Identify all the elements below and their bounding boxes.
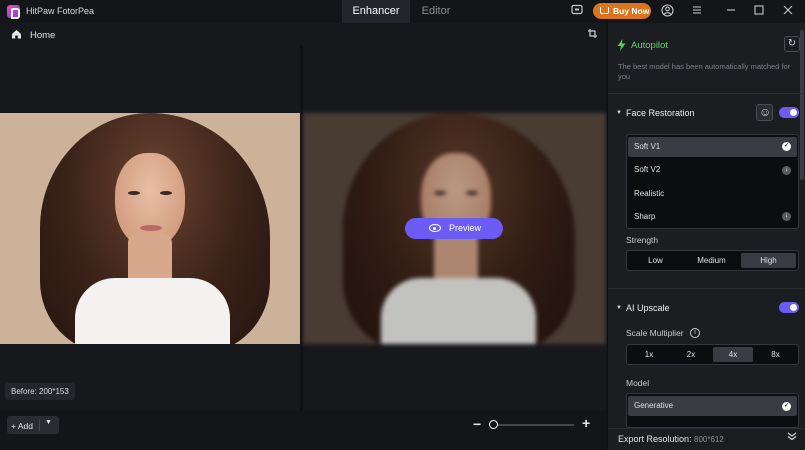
strength-low[interactable]: Low (629, 253, 682, 268)
add-divider (39, 419, 40, 431)
zoom-out-icon[interactable]: − (473, 416, 481, 432)
buy-now-label: Buy Now (613, 6, 650, 16)
zoom-in-icon[interactable]: + (582, 415, 590, 431)
scale-1x[interactable]: 1x (629, 347, 669, 362)
model-label: Model (626, 378, 650, 388)
autopilot-title: Autopilot (631, 40, 668, 51)
model-item-sharp[interactable]: Sharp (628, 207, 797, 227)
collapse-caret-icon[interactable]: ▼ (616, 305, 622, 311)
collapse-caret-icon[interactable]: ▼ (616, 110, 622, 116)
check-icon: ✓ (782, 142, 791, 151)
close-icon[interactable] (781, 4, 795, 18)
model-item-soft-v2[interactable]: Soft V2 (628, 160, 797, 180)
cart-icon (600, 7, 609, 14)
before-image (0, 113, 300, 344)
buy-now-button[interactable]: Buy Now (593, 3, 651, 19)
zoom-slider-handle[interactable] (489, 420, 498, 429)
export-resolution-value: 800*612 (694, 435, 724, 444)
scale-2x[interactable]: 2x (671, 347, 711, 362)
export-resolution-label: Export Resolution: (618, 434, 692, 444)
bottom-bar (0, 410, 606, 450)
model-item-generative[interactable]: Generative (628, 396, 797, 416)
info-icon[interactable]: i (690, 328, 700, 338)
ai-upscale-title: AI Upscale (626, 303, 670, 313)
scale-multiplier-label: Scale Multiplier (626, 328, 684, 338)
menu-icon[interactable] (690, 4, 704, 18)
download-icon[interactable]: ↓ (782, 212, 791, 221)
double-chevron-down-icon[interactable] (787, 431, 797, 443)
minimize-icon[interactable] (724, 4, 738, 18)
chevron-down-icon[interactable]: ▼ (45, 419, 52, 426)
lightning-icon (617, 39, 626, 54)
tab-enhancer[interactable]: Enhancer (342, 0, 410, 23)
model-item-soft-v1[interactable]: Soft V1 (628, 137, 797, 157)
strength-medium[interactable]: Medium (684, 253, 739, 268)
refresh-icon[interactable]: ↻ (784, 36, 800, 52)
preview-button[interactable]: Preview (405, 218, 503, 239)
add-label[interactable]: + Add (11, 421, 33, 431)
home-toolbar (0, 23, 606, 46)
crop-icon[interactable] (586, 28, 599, 41)
scale-8x[interactable]: 8x (755, 347, 796, 362)
face-restoration-title: Face Restoration (626, 108, 695, 118)
maximize-icon[interactable] (752, 4, 766, 18)
preview-label: Preview (449, 223, 482, 233)
sidebar-divider (608, 288, 805, 289)
screen-icon[interactable] (570, 4, 584, 18)
sidebar-scrollbar[interactable] (800, 30, 804, 180)
tab-editor[interactable]: Editor (410, 0, 462, 23)
home-label[interactable]: Home (30, 30, 55, 41)
check-icon: ✓ (782, 402, 791, 411)
sidebar-divider (608, 93, 805, 94)
eye-icon (429, 224, 441, 232)
ai-upscale-toggle[interactable] (779, 302, 799, 313)
model-item-realistic[interactable]: Realistic (628, 184, 797, 204)
strength-high[interactable]: High (741, 253, 796, 268)
app-logo-icon (7, 5, 20, 19)
image-size-badge: Before: 200*153 (5, 383, 75, 400)
strength-label: Strength (626, 235, 659, 245)
scale-4x[interactable]: 4x (713, 347, 753, 362)
autopilot-description: The best model has been automatically ma… (618, 62, 791, 81)
zoom-slider[interactable] (492, 424, 574, 426)
download-icon[interactable]: ↓ (782, 166, 791, 175)
home-icon[interactable] (11, 29, 22, 39)
face-restoration-toggle[interactable] (779, 107, 799, 118)
app-name: HitPaw FotorPea (26, 6, 95, 16)
account-icon[interactable] (660, 4, 674, 18)
face-detect-icon[interactable] (756, 104, 773, 121)
